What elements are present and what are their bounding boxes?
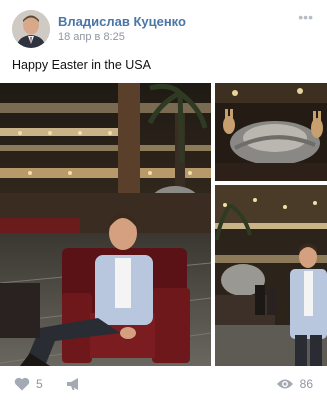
post-text: Happy Easter in the USA	[12, 58, 151, 72]
more-options-button[interactable]: •••	[298, 10, 313, 24]
post-date[interactable]: 18 апр в 8:25	[58, 31, 125, 43]
avatar[interactable]	[12, 10, 50, 48]
post-footer: 5 86	[0, 368, 327, 400]
like-button[interactable]: 5	[14, 375, 43, 393]
post-photo-bunnies[interactable]	[215, 83, 327, 181]
share-button[interactable]	[66, 375, 82, 393]
heart-icon	[14, 377, 30, 391]
like-count: 5	[36, 377, 43, 391]
post-photo-main[interactable]	[0, 83, 211, 366]
view-count: 86	[299, 377, 313, 391]
post-photo-standing[interactable]	[215, 185, 327, 366]
megaphone-icon	[67, 378, 78, 390]
post-header: Владислав Куценко 18 апр в 8:25 •••	[0, 0, 327, 54]
eye-icon	[276, 379, 293, 389]
author-name[interactable]: Владислав Куценко	[58, 14, 186, 29]
views-indicator: 86	[276, 375, 313, 393]
